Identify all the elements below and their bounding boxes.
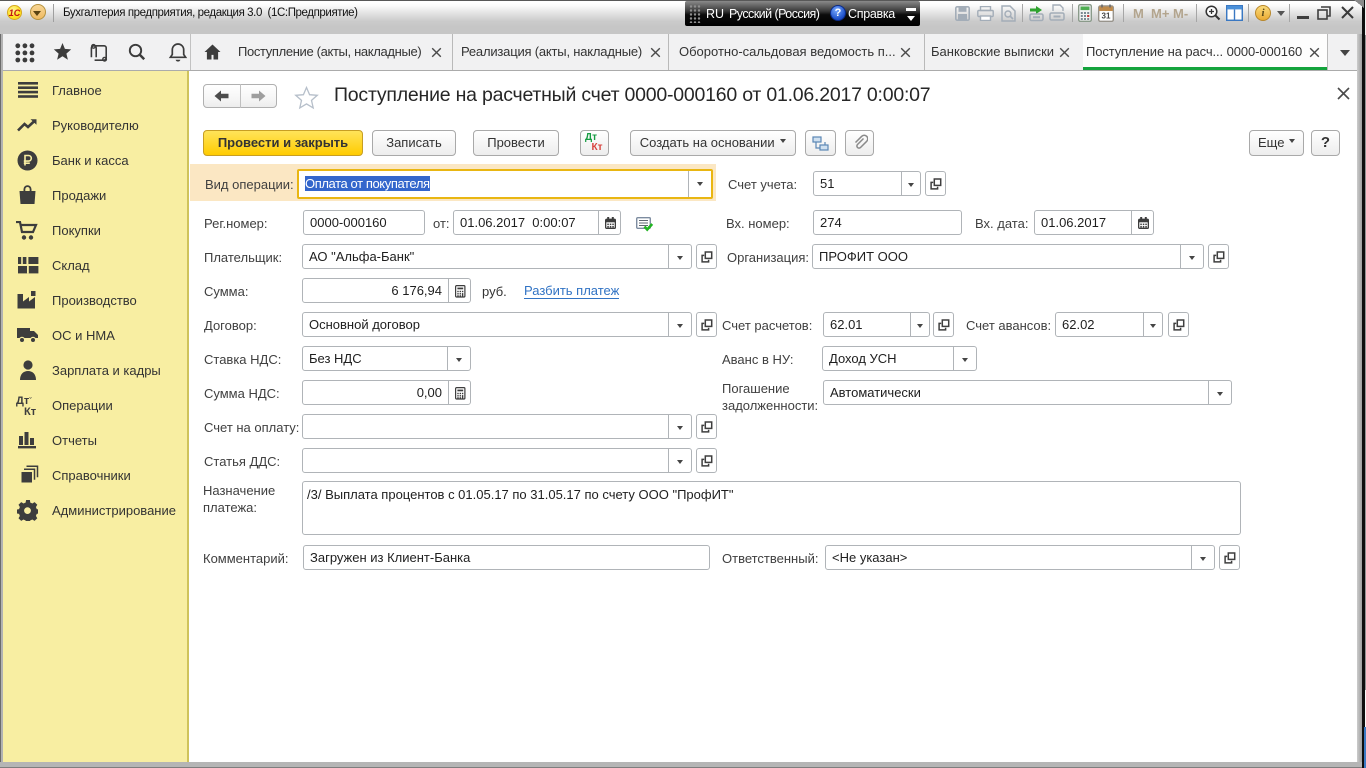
svg-text:31: 31: [1102, 12, 1111, 21]
